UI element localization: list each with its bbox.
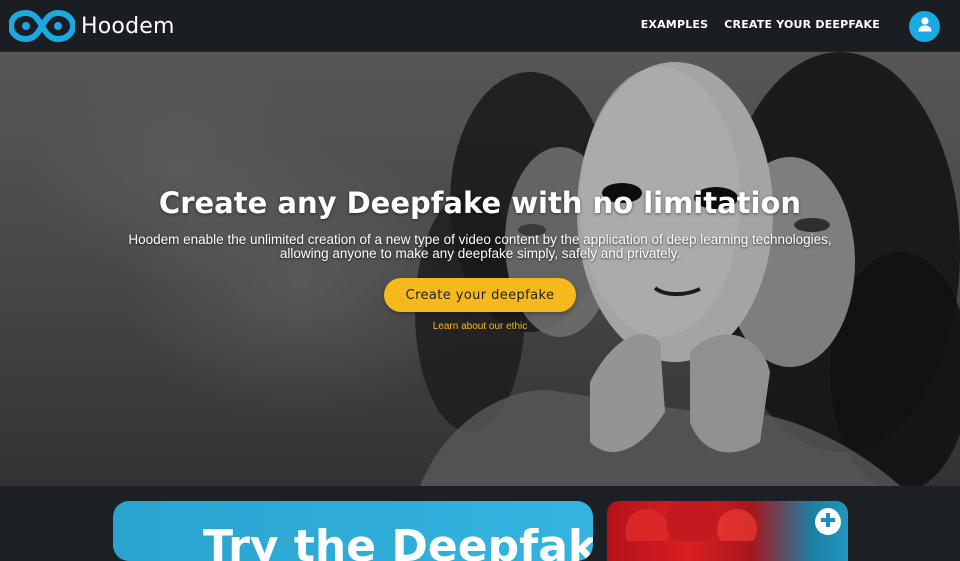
try-deepfake-card[interactable]: Try the Deepfake bbox=[113, 501, 593, 561]
top-navbar: Hoodem EXAMPLES CREATE YOUR DEEPFAKE bbox=[0, 0, 960, 52]
nav-links: EXAMPLES CREATE YOUR DEEPFAKE bbox=[625, 18, 880, 31]
hero-section: Create any Deepfake with no limitation H… bbox=[0, 52, 960, 486]
ethic-link[interactable]: Learn about our ethic bbox=[0, 321, 960, 332]
nav-link-examples[interactable]: EXAMPLES bbox=[641, 18, 709, 31]
example-image-card[interactable] bbox=[607, 501, 848, 561]
hero-overlay bbox=[0, 52, 960, 486]
user-icon bbox=[917, 16, 933, 37]
hero-description-line-1: Hoodem enable the unlimited creation of … bbox=[128, 232, 832, 247]
nav-link-create-deepfake[interactable]: CREATE YOUR DEEPFAKE bbox=[724, 18, 880, 31]
hero-description-line-2: allowing anyone to make any deepfake sim… bbox=[279, 246, 681, 261]
add-example-button[interactable] bbox=[815, 507, 841, 538]
try-deepfake-card-title: Try the Deepfake bbox=[203, 521, 593, 561]
hero-description: Hoodem enable the unlimited creation of … bbox=[120, 233, 840, 261]
brand-name: Hoodem bbox=[81, 13, 175, 39]
infinity-logo-icon bbox=[9, 9, 75, 43]
user-account-button[interactable] bbox=[909, 11, 940, 42]
plus-circle-icon bbox=[815, 507, 841, 538]
brand-logo-link[interactable]: Hoodem bbox=[9, 9, 175, 43]
hero-title: Create any Deepfake with no limitation bbox=[158, 186, 802, 220]
example-image-thumbnail bbox=[625, 501, 757, 553]
create-deepfake-button[interactable]: Create your deepfake bbox=[384, 278, 576, 312]
